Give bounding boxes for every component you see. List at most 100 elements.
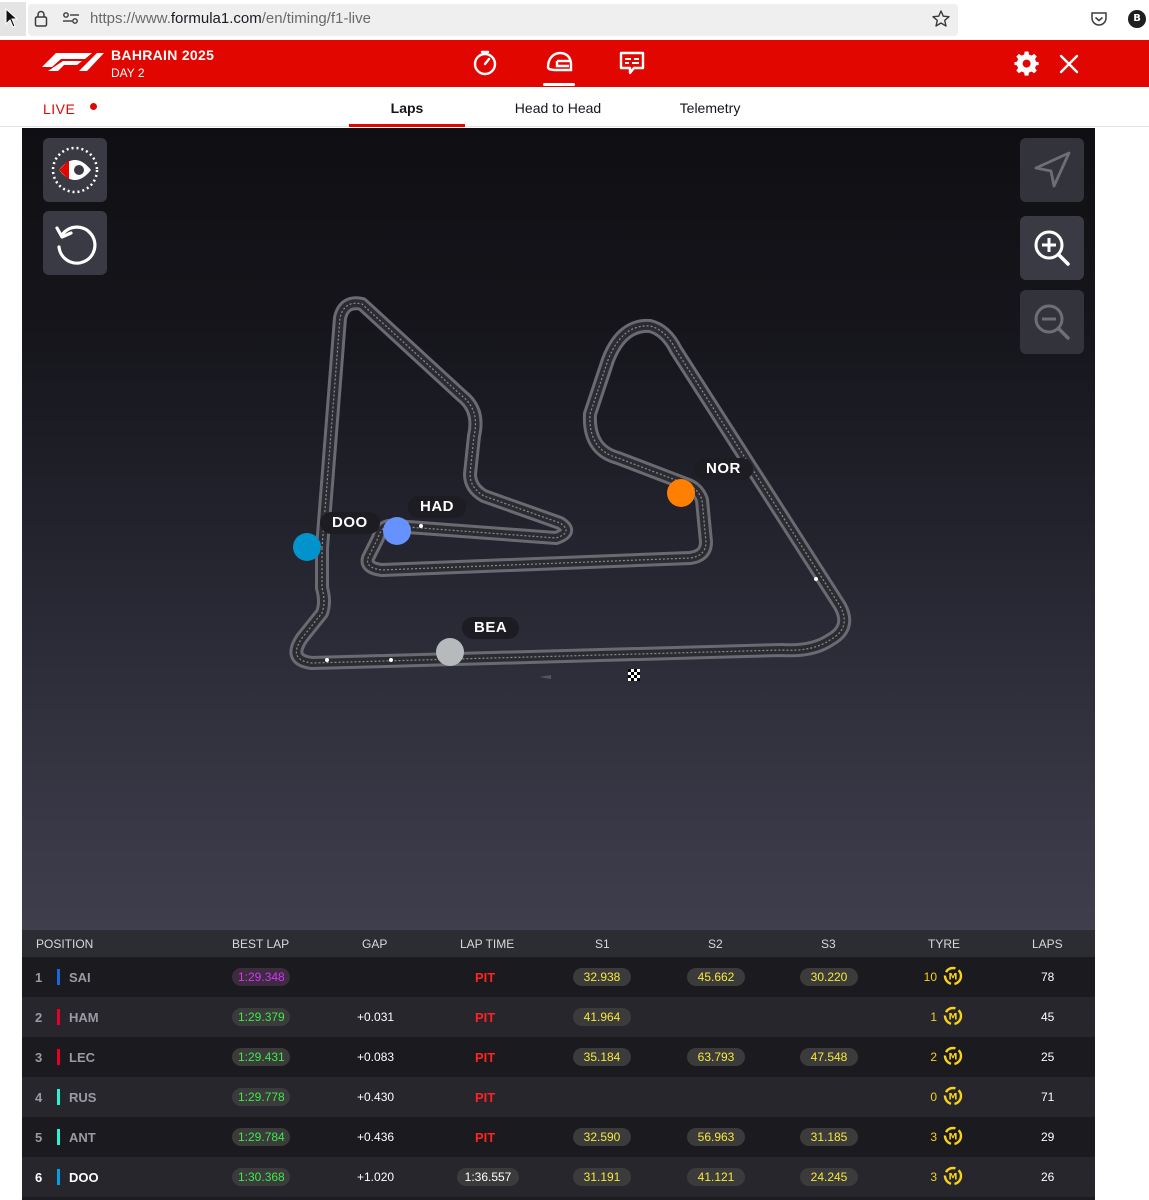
settings-gear-icon[interactable] (1014, 51, 1040, 82)
position-number: 2 (35, 1010, 43, 1025)
gap-value: +0.436 (357, 1130, 395, 1144)
lap-time-status: PIT (475, 1050, 496, 1065)
zoom-in-icon (1034, 230, 1070, 266)
driver-marker-had[interactable] (383, 517, 411, 545)
best-lap-value: 1:29.348 (232, 968, 290, 986)
position-number: 5 (35, 1130, 43, 1145)
header-s1: S1 (595, 937, 610, 951)
svg-text:M: M (949, 1093, 958, 1103)
svg-text:M: M (949, 1053, 958, 1063)
header-best-lap: BEST LAP (232, 937, 290, 951)
team-color-bar (57, 1089, 60, 1105)
timer-icon[interactable] (472, 50, 498, 81)
tab-telemetry[interactable]: Telemetry (652, 87, 768, 127)
driver-code: ANT (69, 1130, 96, 1145)
header-position: POSITION (36, 937, 94, 951)
position-number: 4 (35, 1090, 43, 1105)
driver-label-nor: NOR (694, 458, 753, 480)
sector-3-value: 47.548 (800, 1048, 858, 1066)
medium-tyre-icon: M (943, 1046, 963, 1071)
zoom-in-button[interactable] (1020, 216, 1084, 280)
laps-count: 71 (1041, 1090, 1055, 1104)
url-text[interactable]: https://www.formula1.com/en/timing/f1-li… (90, 10, 371, 27)
sector-2-value: 56.963 (687, 1128, 745, 1146)
header-s3: S3 (821, 937, 836, 951)
tyre-age: 0 (930, 1090, 937, 1104)
driver-marker-doo[interactable] (293, 533, 321, 561)
gap-value: +1.020 (357, 1170, 395, 1184)
tab-head-to-head[interactable]: Head to Head (500, 87, 616, 127)
account-avatar[interactable]: B (1128, 10, 1146, 28)
team-color-bar (57, 969, 60, 985)
svg-text:M: M (949, 1013, 958, 1023)
reset-rotation-button[interactable] (43, 211, 107, 275)
laps-count: 45 (1041, 1010, 1055, 1024)
driver-label-doo: DOO (320, 512, 380, 534)
view-tabs: LIVE Laps Head to Head Telemetry (0, 87, 1149, 127)
header-s2: S2 (708, 937, 723, 951)
helmet-icon[interactable] (545, 50, 573, 81)
pocket-icon[interactable] (1090, 10, 1108, 33)
reset-icon (55, 225, 97, 265)
lap-time-status: PIT (475, 970, 496, 985)
header-lap-time: LAP TIME (460, 937, 515, 951)
gap-value: +0.083 (357, 1050, 395, 1064)
sector-3-value: 30.220 (800, 968, 858, 986)
medium-tyre-icon: M (943, 1166, 963, 1191)
navigation-arrow-icon (1034, 151, 1071, 188)
sector-1-value: 32.590 (573, 1128, 631, 1146)
team-color-bar (57, 1169, 60, 1185)
table-row[interactable]: 4 RUS 1:29.778 +0.430 PIT 0 M 71 (22, 1077, 1095, 1117)
table-header: POSITION BEST LAP GAP LAP TIME S1 S2 S3 … (22, 930, 1095, 957)
header-laps: LAPS (1032, 937, 1063, 951)
close-icon[interactable] (1059, 54, 1079, 79)
track-map-panel[interactable]: DOO HAD NOR BEA (22, 128, 1095, 930)
best-lap-value: 1:29.778 (232, 1088, 290, 1106)
position-number: 3 (35, 1050, 43, 1065)
zoom-out-button[interactable] (1020, 290, 1084, 354)
cursor-icon (0, 2, 26, 36)
tyre-age: 2 (930, 1050, 937, 1064)
live-indicator: LIVE (43, 101, 76, 117)
driver-code: SAI (69, 970, 91, 985)
bookmark-star-icon[interactable] (931, 9, 951, 34)
best-lap-value: 1:30.368 (232, 1168, 290, 1186)
driver-code: LEC (69, 1050, 95, 1065)
table-row[interactable]: 3 LEC 1:29.431 +0.083 PIT 35.184 63.793 47.548 2… (22, 1037, 1095, 1077)
onboard-eye-icon (51, 146, 99, 194)
driver-label-bea: BEA (462, 617, 520, 639)
table-row[interactable]: 6 DOO 1:30.368 +1.020 1:36.557 31.191 41.121 24… (22, 1157, 1095, 1197)
f1-logo[interactable] (42, 53, 104, 78)
sector-3-value: 31.185 (800, 1128, 858, 1146)
tab-laps[interactable]: Laps (349, 87, 465, 127)
center-location-button[interactable] (1020, 138, 1084, 202)
sector-2-value: 63.793 (687, 1048, 745, 1066)
timing-table: POSITION BEST LAP GAP LAP TIME S1 S2 S3 … (22, 930, 1095, 1200)
checkered-flag-icon (628, 669, 640, 681)
table-row[interactable]: 5 ANT 1:29.784 +0.436 PIT 32.590 56.963 31.185 3… (22, 1117, 1095, 1157)
driver-marker-nor[interactable] (667, 479, 695, 507)
table-row[interactable]: 1 SAI 1:29.348 PIT 32.938 45.662 30.220 10 M 78 (22, 957, 1095, 997)
circuit-map (22, 128, 1095, 681)
permissions-icon[interactable] (62, 11, 80, 30)
lock-icon[interactable] (34, 10, 48, 32)
lap-time-status: PIT (475, 1090, 496, 1105)
medium-tyre-icon: M (943, 1126, 963, 1151)
tyre-age: 3 (930, 1170, 937, 1184)
driver-label-had: HAD (408, 496, 466, 518)
driver-marker-bea[interactable] (436, 638, 464, 666)
table-row[interactable]: 2 HAM 1:29.379 +0.031 PIT 41.964 1 M 45 (22, 997, 1095, 1037)
gap-value: +0.031 (357, 1010, 395, 1024)
driver-code: DOO (69, 1170, 99, 1185)
laps-count: 78 (1041, 970, 1055, 984)
sector-1-value: 41.964 (573, 1008, 631, 1026)
chat-icon[interactable] (619, 50, 645, 81)
onboard-view-button[interactable] (43, 138, 107, 202)
tyre-age: 10 (923, 970, 937, 984)
medium-tyre-icon: M (943, 1086, 963, 1111)
medium-tyre-icon: M (943, 966, 963, 991)
best-lap-value: 1:29.431 (232, 1048, 290, 1066)
sector-1-value: 31.191 (573, 1168, 631, 1186)
live-dot (90, 103, 97, 110)
laps-count: 26 (1041, 1170, 1055, 1184)
